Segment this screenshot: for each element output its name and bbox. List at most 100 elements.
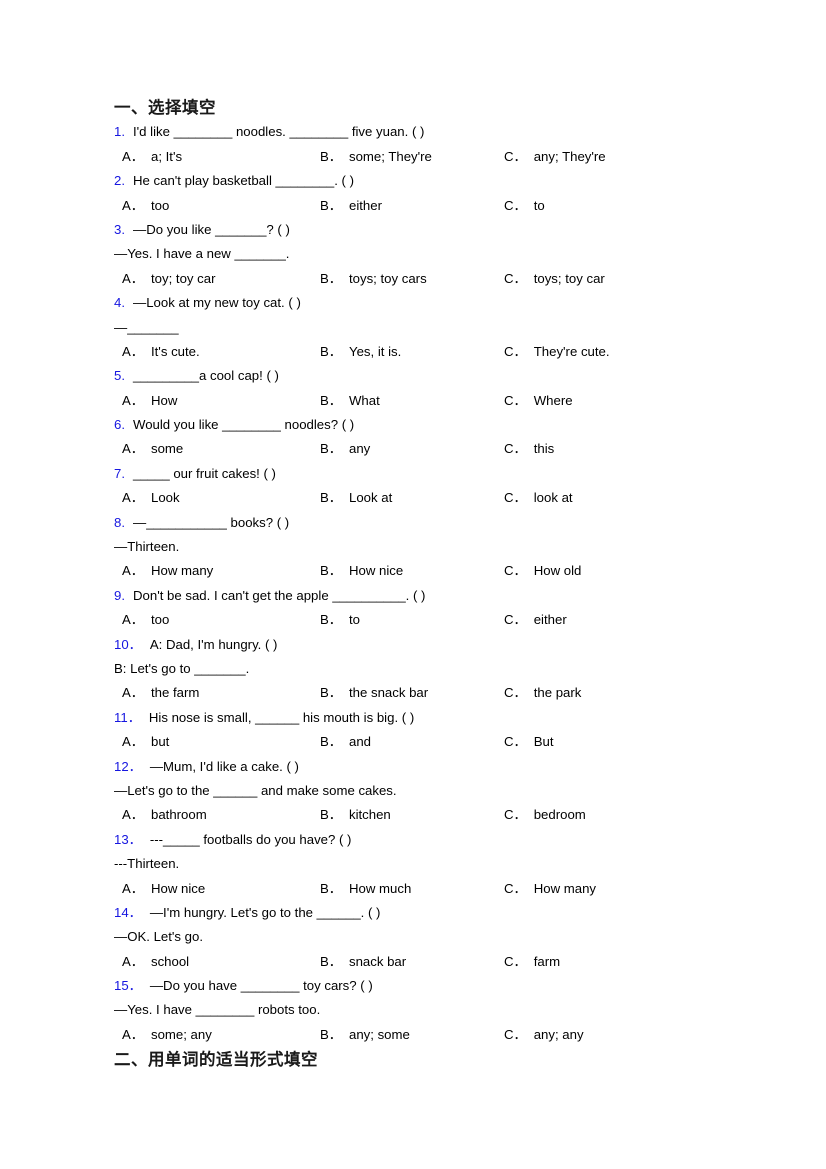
question-stem: 8. —___________ books? ( ) bbox=[114, 511, 714, 535]
option-b[interactable]: B． What bbox=[320, 389, 380, 413]
question-continuation: —OK. Let's go. bbox=[114, 929, 204, 945]
option-value-b: Yes, it is. bbox=[348, 343, 402, 359]
option-a[interactable]: A． too bbox=[122, 194, 169, 218]
question-stem: 12． —Mum, I'd like a cake. ( ) bbox=[114, 755, 714, 779]
option-b[interactable]: B． the snack bar bbox=[320, 681, 428, 705]
option-letter-a: A． bbox=[122, 392, 144, 408]
option-a[interactable]: A． How many bbox=[122, 559, 213, 583]
question-text: _________a cool cap! ( ) bbox=[133, 368, 279, 384]
questions-list: 1. I'd like ________ noodles. ________ fi… bbox=[114, 120, 714, 1047]
question-stem: 4. —Look at my new toy cat. ( ) bbox=[114, 291, 714, 315]
question-continuation: B: Let's go to _______. bbox=[114, 661, 250, 676]
option-a[interactable]: A． bathroom bbox=[122, 803, 207, 827]
option-letter-b: B． bbox=[320, 197, 342, 213]
option-value-b: How nice bbox=[348, 563, 404, 579]
option-value-c: to bbox=[533, 197, 545, 213]
option-letter-a: A． bbox=[122, 490, 144, 506]
option-b[interactable]: B． How much bbox=[320, 877, 411, 901]
option-letter-b: B． bbox=[320, 880, 342, 896]
question-continuation: —Yes. I have a new _______. bbox=[114, 246, 290, 262]
option-b[interactable]: B． either bbox=[320, 194, 382, 218]
option-b[interactable]: B． any bbox=[320, 437, 370, 461]
question-stem: 6. Would you like ________ noodles? ( ) bbox=[114, 413, 714, 437]
option-b[interactable]: B． Look at bbox=[320, 486, 392, 510]
option-value-c: bedroom bbox=[533, 807, 586, 823]
option-value-c: any; They're bbox=[533, 148, 606, 164]
option-a[interactable]: A． It's cute. bbox=[122, 340, 200, 364]
option-letter-b: B． bbox=[320, 685, 342, 701]
option-a[interactable]: A． toy; toy car bbox=[122, 267, 215, 291]
option-a[interactable]: A． too bbox=[122, 608, 169, 632]
option-value-b: and bbox=[348, 734, 371, 750]
option-value-c: Where bbox=[533, 392, 573, 408]
option-value-c: How old bbox=[533, 563, 582, 579]
option-letter-a: A． bbox=[122, 612, 144, 628]
options-row: A． It's cute. B． Yes, it is. C． They're cute. bbox=[114, 340, 714, 364]
option-c[interactable]: C． But bbox=[504, 730, 554, 754]
option-c[interactable]: C． look at bbox=[504, 486, 573, 510]
option-c[interactable]: C． the park bbox=[504, 681, 581, 705]
question-stem: 7. _____ our fruit cakes! ( ) bbox=[114, 462, 714, 486]
option-c[interactable]: C． to bbox=[504, 194, 545, 218]
option-b[interactable]: B． to bbox=[320, 608, 360, 632]
option-value-a: How many bbox=[150, 563, 214, 579]
option-c[interactable]: C． toys; toy car bbox=[504, 267, 605, 291]
option-a[interactable]: A． How nice bbox=[122, 877, 205, 901]
option-value-b: to bbox=[348, 612, 360, 628]
option-letter-b: B． bbox=[320, 612, 342, 628]
option-letter-c: C． bbox=[504, 197, 527, 213]
option-a[interactable]: A． Look bbox=[122, 486, 180, 510]
options-row: A． some; any B． any; some C． any; any bbox=[114, 1023, 714, 1047]
option-c[interactable]: C． this bbox=[504, 437, 554, 461]
option-c[interactable]: C． How old bbox=[504, 559, 581, 583]
option-letter-a: A． bbox=[122, 1026, 144, 1042]
question-text: ---_____ footballs do you have? ( ) bbox=[149, 831, 352, 847]
option-c[interactable]: C． farm bbox=[504, 950, 560, 974]
option-letter-b: B． bbox=[320, 1026, 342, 1042]
option-a[interactable]: A． some bbox=[122, 437, 183, 461]
option-b[interactable]: B． Yes, it is. bbox=[320, 340, 401, 364]
section-heading-2: 二、用单词的适当形式填空 bbox=[114, 1050, 318, 1070]
option-letter-a: A． bbox=[122, 197, 144, 213]
option-letter-c: C． bbox=[504, 612, 527, 628]
option-b[interactable]: B． How nice bbox=[320, 559, 403, 583]
option-c[interactable]: C． Where bbox=[504, 389, 573, 413]
option-value-a: but bbox=[150, 734, 170, 750]
option-c[interactable]: C． any; They're bbox=[504, 145, 606, 169]
option-c[interactable]: C． any; any bbox=[504, 1023, 584, 1047]
option-value-b: toys; toy cars bbox=[348, 270, 427, 286]
option-a[interactable]: A． How bbox=[122, 389, 177, 413]
option-b[interactable]: B． snack bar bbox=[320, 950, 406, 974]
option-letter-a: A． bbox=[122, 270, 144, 286]
section-heading-1: 一、选择填空 bbox=[114, 98, 216, 117]
option-c[interactable]: C． bedroom bbox=[504, 803, 586, 827]
option-b[interactable]: B． and bbox=[320, 730, 371, 754]
option-value-c: How many bbox=[533, 880, 597, 896]
option-a[interactable]: A． the farm bbox=[122, 681, 199, 705]
question-stem: 13． ---_____ footballs do you have? ( ) bbox=[114, 828, 714, 852]
option-letter-c: C． bbox=[504, 148, 527, 164]
option-a[interactable]: A． a; It's bbox=[122, 145, 182, 169]
question-text: Don't be sad. I can't get the apple ____… bbox=[133, 587, 426, 603]
option-letter-b: B． bbox=[320, 563, 342, 579]
option-letter-c: C． bbox=[504, 1026, 527, 1042]
options-row: A． but B． and C． But bbox=[114, 730, 714, 754]
option-a[interactable]: A． but bbox=[122, 730, 169, 754]
option-b[interactable]: B． toys; toy cars bbox=[320, 267, 427, 291]
options-row: A． the farm B． the snack bar C． the park bbox=[114, 681, 714, 705]
question-text: A: Dad, I'm hungry. ( ) bbox=[149, 636, 278, 652]
option-value-c: But bbox=[533, 734, 554, 750]
option-b[interactable]: B． kitchen bbox=[320, 803, 391, 827]
options-row: A． too B． either C． to bbox=[114, 194, 714, 218]
option-a[interactable]: A． some; any bbox=[122, 1023, 212, 1047]
option-b[interactable]: B． some; They're bbox=[320, 145, 432, 169]
options-row: A． toy; toy car B． toys; toy cars C． toys; to… bbox=[114, 267, 714, 291]
option-a[interactable]: A． school bbox=[122, 950, 189, 974]
question-number: 10． bbox=[114, 636, 142, 652]
option-c[interactable]: C． either bbox=[504, 608, 567, 632]
question-number: 7. bbox=[114, 465, 125, 481]
option-c[interactable]: C． They're cute. bbox=[504, 340, 610, 364]
option-b[interactable]: B． any; some bbox=[320, 1023, 410, 1047]
option-c[interactable]: C． How many bbox=[504, 877, 596, 901]
option-value-b: some; They're bbox=[348, 148, 432, 164]
